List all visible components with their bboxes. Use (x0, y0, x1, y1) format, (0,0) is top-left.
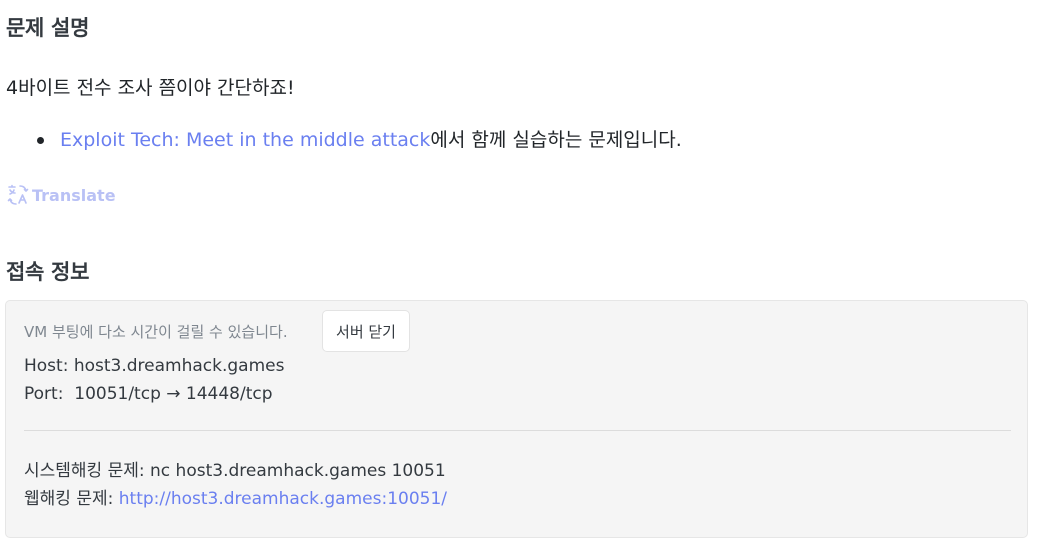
host-value: host3.dreamhack.games (73, 356, 285, 376)
nc-command: nc host3.dreamhack.games 10051 (150, 461, 446, 481)
port-label: Port: (24, 384, 64, 404)
system-hacking-label: 시스템해킹 문제: (24, 461, 145, 481)
translate-label: Translate (32, 185, 116, 205)
vm-boot-note: VM 부팅에 다소 시간이 걸릴 수 있습니다. (24, 323, 288, 341)
description-text: 4바이트 전수 조사 쯤이야 간단하죠! (6, 77, 295, 99)
exploit-tech-link[interactable]: Exploit Tech: Meet in the middle attack (60, 129, 430, 151)
description-heading: 문제 설명 (6, 16, 90, 40)
web-hacking-line: 웹해킹 문제: http://host3.dreamhack.games:100… (24, 484, 447, 509)
host-label: Host: (24, 356, 69, 376)
list-item: Exploit Tech: Meet in the middle attack에… (0, 126, 682, 154)
web-hacking-label: 웹해킹 문제: (24, 489, 114, 509)
host-line: Host: host3.dreamhack.games (24, 356, 284, 376)
connection-heading: 접속 정보 (6, 260, 90, 284)
divider (24, 430, 1011, 431)
list-item-suffix: 에서 함께 실습하는 문제입니다. (430, 129, 682, 151)
connection-info-box: VM 부팅에 다소 시간이 걸릴 수 있습니다. 서버 닫기 Host: hos… (5, 300, 1028, 538)
description-list: Exploit Tech: Meet in the middle attack에… (0, 126, 682, 154)
port-value: 10051/tcp → 14448/tcp (74, 384, 273, 404)
challenge-page: 문제 설명 4바이트 전수 조사 쯤이야 간단하죠! Exploit Tech:… (0, 0, 1044, 544)
close-server-button[interactable]: 서버 닫기 (322, 310, 410, 352)
port-line: Port: 10051/tcp → 14448/tcp (24, 384, 273, 404)
translate-button[interactable]: Translate (6, 183, 116, 207)
system-hacking-line: 시스템해킹 문제: nc host3.dreamhack.games 10051 (24, 456, 446, 481)
translate-icon (6, 183, 30, 207)
bullet-dot (37, 137, 44, 144)
web-hacking-url-link[interactable]: http://host3.dreamhack.games:10051/ (119, 489, 447, 509)
